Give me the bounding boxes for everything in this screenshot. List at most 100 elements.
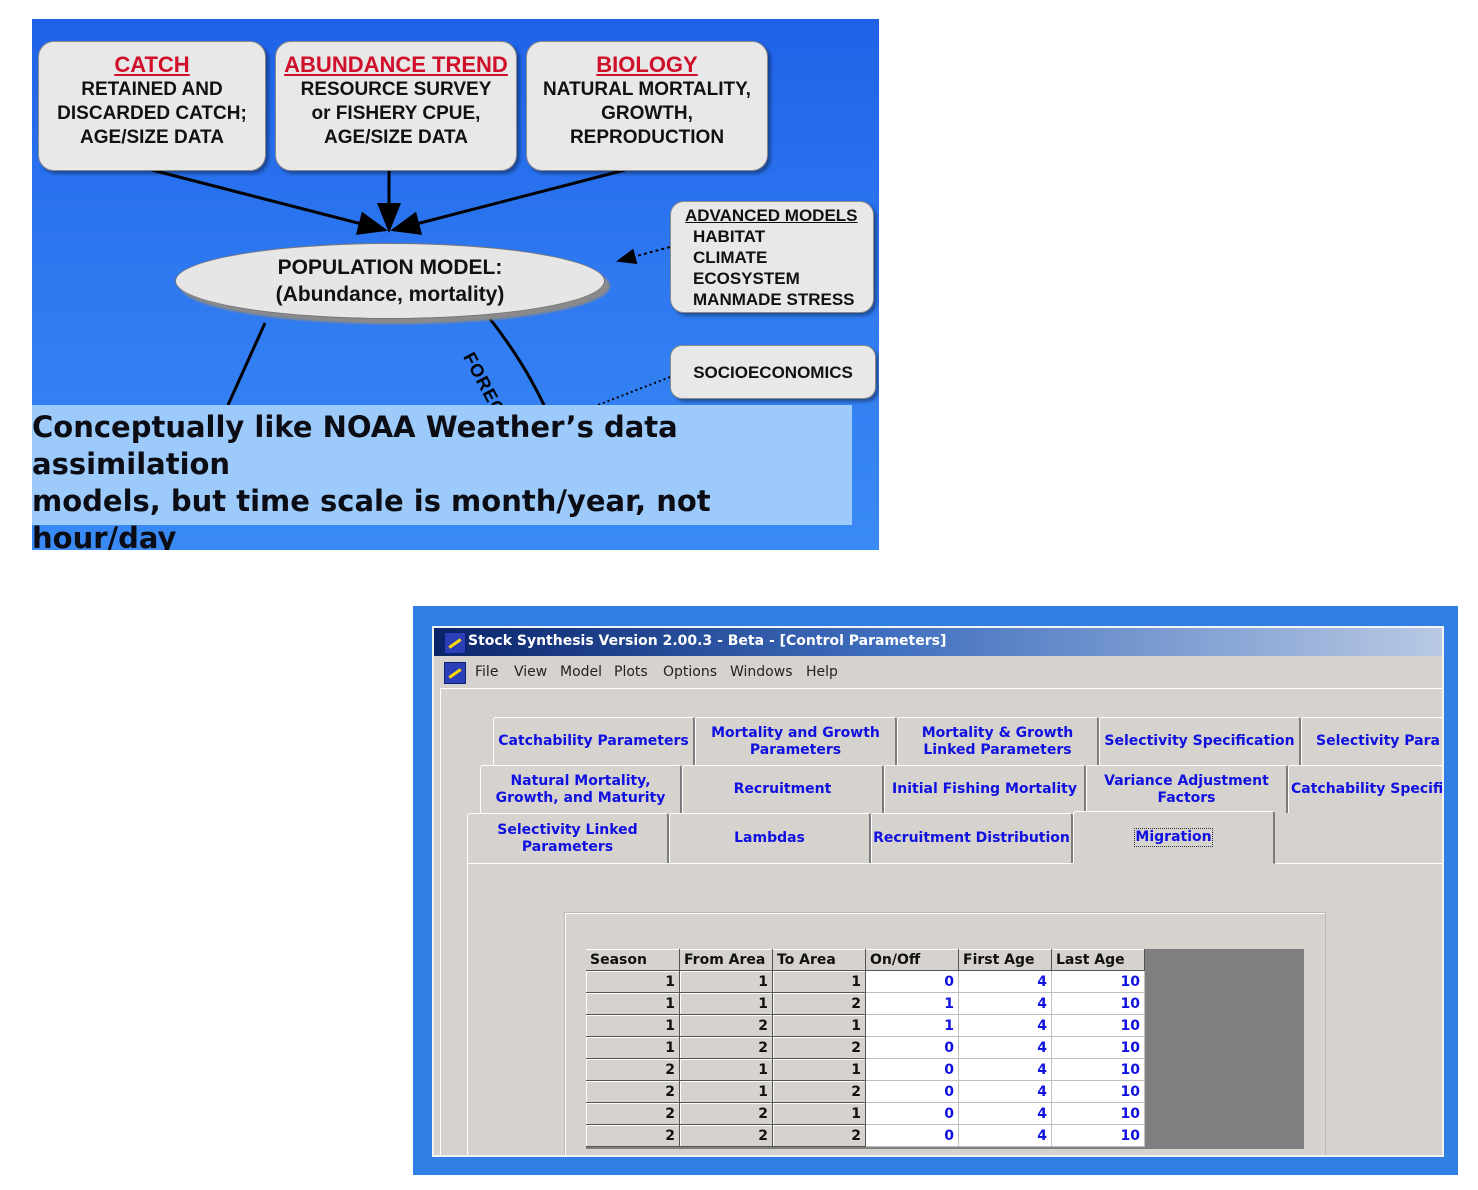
column-header-first-age[interactable]: First Age bbox=[958, 949, 1052, 971]
caption-box: Conceptually like NOAA Weather’s data as… bbox=[32, 405, 852, 550]
table-row: 2 1 2 0 4 10 bbox=[586, 1080, 1145, 1103]
tab-label: Mortality and Growth Parameters bbox=[711, 724, 880, 758]
tab-catchability-specification[interactable]: Catchability Specifi bbox=[1288, 765, 1444, 813]
cell-on-off[interactable]: 0 bbox=[865, 1124, 959, 1147]
cell-on-off[interactable]: 0 bbox=[865, 970, 959, 993]
cell-to-area: 1 bbox=[772, 1058, 866, 1081]
biology-line: REPRODUCTION bbox=[569, 127, 725, 148]
biology-line: NATURAL MORTALITY, bbox=[543, 79, 751, 100]
tab-mortality-growth-linked[interactable]: Mortality & Growth Linked Parameters bbox=[897, 717, 1099, 765]
cell-first-age[interactable]: 4 bbox=[958, 992, 1052, 1015]
tab-recruitment-distribution[interactable]: Recruitment Distribution bbox=[871, 813, 1073, 863]
menu-options[interactable]: Options bbox=[663, 664, 717, 680]
tab-label: Natural Mortality, Growth, and Maturity bbox=[495, 772, 666, 806]
catch-line: DISCARDED CATCH; bbox=[57, 103, 247, 124]
abundance-line: RESOURCE SURVEY bbox=[300, 79, 492, 100]
menu-bar: File View Model Plots Options Windows He… bbox=[434, 656, 1442, 690]
cell-first-age[interactable]: 4 bbox=[958, 1080, 1052, 1103]
tab-catchability-parameters[interactable]: Catchability Parameters bbox=[493, 717, 695, 765]
tab-lambdas[interactable]: Lambdas bbox=[669, 813, 871, 863]
column-header-last-age[interactable]: Last Age bbox=[1051, 949, 1145, 971]
migration-grid: Season From Area To Area On/Off First Ag… bbox=[586, 949, 1145, 1147]
cell-first-age[interactable]: 4 bbox=[958, 970, 1052, 993]
tab-natural-mortality[interactable]: Natural Mortality, Growth, and Maturity bbox=[480, 765, 682, 813]
biology-box: BIOLOGY NATURAL MORTALITY, GROWTH, REPRO… bbox=[526, 41, 768, 171]
biology-line: GROWTH, bbox=[601, 103, 693, 124]
cell-on-off[interactable]: 0 bbox=[865, 1058, 959, 1081]
advanced-models-item: HABITAT bbox=[693, 227, 766, 246]
cell-on-off[interactable]: 0 bbox=[865, 1036, 959, 1059]
menu-model[interactable]: Model bbox=[560, 664, 602, 680]
catch-box: CATCH RETAINED AND DISCARDED CATCH; AGE/… bbox=[38, 41, 266, 171]
table-row: 2 1 1 0 4 10 bbox=[586, 1058, 1145, 1081]
cell-last-age[interactable]: 10 bbox=[1051, 970, 1145, 993]
column-header-to-area[interactable]: To Area bbox=[772, 949, 866, 971]
cell-from-area: 2 bbox=[679, 1036, 773, 1059]
column-header-on-off[interactable]: On/Off bbox=[865, 949, 959, 971]
tab-label: Selectivity Linked Parameters bbox=[497, 821, 638, 855]
cell-last-age[interactable]: 10 bbox=[1051, 1036, 1145, 1059]
tab-initial-fishing-mortality[interactable]: Initial Fishing Mortality bbox=[884, 765, 1086, 813]
menu-view[interactable]: View bbox=[514, 664, 547, 680]
tab-variance-adjustment[interactable]: Variance Adjustment Factors bbox=[1086, 765, 1288, 813]
caption-line: Conceptually like NOAA Weather’s data as… bbox=[32, 410, 678, 481]
column-header-from-area[interactable]: From Area bbox=[679, 949, 773, 971]
column-header-season[interactable]: Season bbox=[586, 949, 680, 971]
tab-label: Catchability Specifi bbox=[1291, 781, 1444, 797]
biology-arrow bbox=[390, 168, 626, 235]
title-bar: Stock Synthesis Version 2.00.3 - Beta - … bbox=[434, 628, 1442, 656]
cell-last-age[interactable]: 10 bbox=[1051, 1102, 1145, 1125]
menu-help[interactable]: Help bbox=[806, 664, 838, 680]
tab-recruitment[interactable]: Recruitment bbox=[682, 765, 884, 813]
cell-first-age[interactable]: 4 bbox=[958, 1036, 1052, 1059]
table-row: 1 1 2 1 4 10 bbox=[586, 992, 1145, 1015]
tab-selectivity-linked[interactable]: Selectivity Linked Parameters bbox=[467, 813, 669, 863]
cell-on-off[interactable]: 0 bbox=[865, 1080, 959, 1103]
menu-file[interactable]: File bbox=[475, 664, 498, 680]
window-title: Stock Synthesis Version 2.00.3 - Beta - … bbox=[468, 633, 947, 649]
menu-windows[interactable]: Windows bbox=[730, 664, 793, 680]
table-row: 1 1 1 0 4 10 bbox=[586, 970, 1145, 993]
cell-to-area: 1 bbox=[772, 1014, 866, 1037]
catch-line: RETAINED AND bbox=[81, 79, 223, 100]
cell-first-age[interactable]: 4 bbox=[958, 1014, 1052, 1037]
cell-first-age[interactable]: 4 bbox=[958, 1102, 1052, 1125]
cell-to-area: 1 bbox=[772, 970, 866, 993]
cell-first-age[interactable]: 4 bbox=[958, 1124, 1052, 1147]
caption-line: models, but time scale is month/year, no… bbox=[32, 484, 711, 550]
document-icon[interactable] bbox=[444, 662, 466, 684]
tab-mortality-growth-parameters[interactable]: Mortality and Growth Parameters bbox=[695, 717, 897, 765]
cell-first-age[interactable]: 4 bbox=[958, 1058, 1052, 1081]
tab-label: Initial Fishing Mortality bbox=[892, 781, 1077, 797]
cell-to-area: 2 bbox=[772, 1036, 866, 1059]
app-icon bbox=[444, 632, 466, 654]
menu-plots[interactable]: Plots bbox=[614, 664, 648, 680]
abundance-header: ABUNDANCE TREND bbox=[284, 52, 508, 77]
cell-season: 1 bbox=[586, 1014, 680, 1037]
cell-last-age[interactable]: 10 bbox=[1051, 1080, 1145, 1103]
tab-label: Recruitment Distribution bbox=[873, 830, 1070, 846]
advanced-models-box: ADVANCED MODELS HABITAT CLIMATE ECOSYSTE… bbox=[670, 201, 874, 313]
table-row: 1 2 2 0 4 10 bbox=[586, 1036, 1145, 1059]
table-row: 1 2 1 1 4 10 bbox=[586, 1014, 1145, 1037]
cell-from-area: 2 bbox=[679, 1102, 773, 1125]
population-model-subtitle: (Abundance, mortality) bbox=[275, 283, 505, 306]
cell-last-age[interactable]: 10 bbox=[1051, 1124, 1145, 1147]
cell-last-age[interactable]: 10 bbox=[1051, 1058, 1145, 1081]
cell-on-off[interactable]: 0 bbox=[865, 1102, 959, 1125]
cell-on-off[interactable]: 1 bbox=[865, 1014, 959, 1037]
tab-label: Migration bbox=[1134, 828, 1213, 847]
table-row: 2 2 2 0 4 10 bbox=[586, 1124, 1145, 1147]
migration-tab-panel: Season From Area To Area On/Off First Ag… bbox=[467, 863, 1442, 1155]
cell-last-age[interactable]: 10 bbox=[1051, 992, 1145, 1015]
tab-label: Variance Adjustment Factors bbox=[1104, 772, 1269, 806]
advanced-models-header: ADVANCED MODELS bbox=[685, 206, 858, 225]
tab-selectivity-specification[interactable]: Selectivity Specification bbox=[1099, 717, 1301, 765]
catch-header: CATCH bbox=[114, 52, 190, 77]
tab-migration[interactable]: Migration bbox=[1073, 811, 1275, 864]
tab-selectivity-parameters[interactable]: Selectivity Para bbox=[1301, 717, 1442, 765]
cell-from-area: 1 bbox=[679, 992, 773, 1015]
cell-last-age[interactable]: 10 bbox=[1051, 1014, 1145, 1037]
table-row: 2 2 1 0 4 10 bbox=[586, 1102, 1145, 1125]
cell-on-off[interactable]: 1 bbox=[865, 992, 959, 1015]
